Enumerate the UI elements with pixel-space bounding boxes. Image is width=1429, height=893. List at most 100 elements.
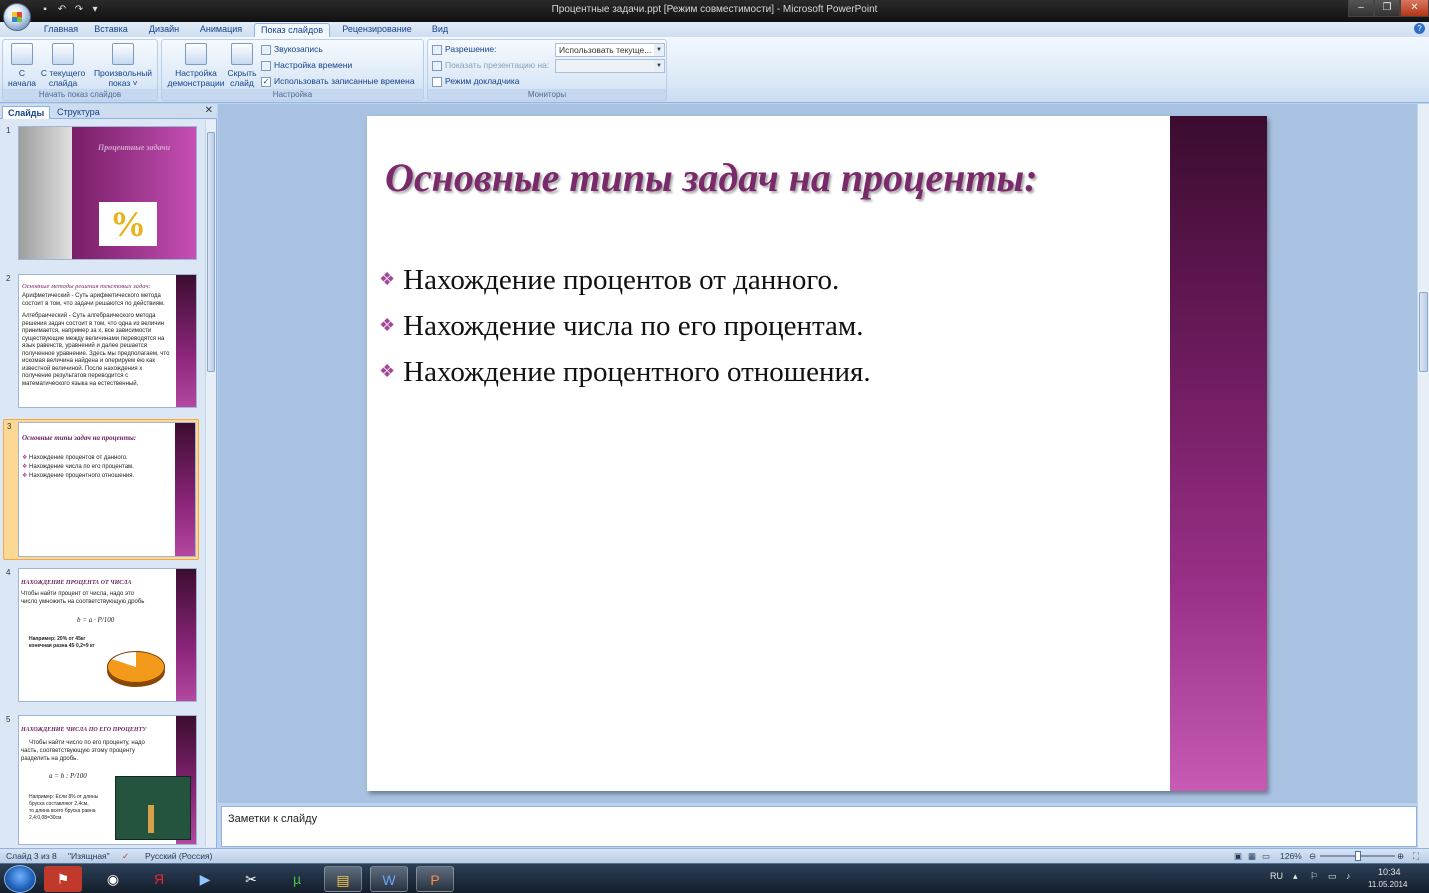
tab-insert[interactable]: Вставка bbox=[88, 23, 134, 37]
word-icon[interactable]: W bbox=[370, 866, 408, 892]
tab-view[interactable]: Вид bbox=[426, 23, 454, 37]
close-pane-icon[interactable]: ✕ bbox=[205, 105, 213, 116]
slide-counter: Слайд 3 из 8 bbox=[6, 851, 57, 861]
slide-editing-area: Основные типы задач на проценты: ❖ Нахожд… bbox=[218, 104, 1417, 803]
current-slide[interactable]: Основные типы задач на проценты: ❖ Нахожд… bbox=[367, 116, 1267, 791]
from-start-button[interactable]: С начала bbox=[7, 43, 37, 88]
fit-to-window-icon[interactable]: ⛶ bbox=[1413, 851, 1419, 862]
zoom-in-icon[interactable]: ⊕ bbox=[1397, 851, 1404, 862]
bullet-item[interactable]: ❖ Нахождение процентного отношения. bbox=[379, 356, 871, 389]
slide-thumb-4: НАХОЖДЕНИЕ ПРОЦЕНТА ОТ ЧИСЛА Чтобы найти… bbox=[18, 568, 197, 702]
from-start-line2: начала bbox=[7, 78, 37, 88]
tab-slides[interactable]: Слайды bbox=[2, 106, 51, 119]
slide-thumbnail-1[interactable]: 1 Процентные задачи % bbox=[3, 124, 199, 264]
action-center-icon[interactable]: ▭ bbox=[1328, 871, 1337, 882]
zoom-slider-handle[interactable] bbox=[1355, 851, 1361, 861]
custom-show-button[interactable]: Произвольный показ ˅ bbox=[91, 43, 155, 88]
slide-5-line-1: Чтобы найти число по его проценту, надо bbox=[29, 740, 145, 746]
chrome-icon[interactable]: ◉ bbox=[94, 866, 132, 892]
setup-show-button[interactable]: Настройка демонстрации bbox=[165, 43, 227, 88]
slide-scrollbar[interactable] bbox=[1417, 104, 1429, 848]
group-setup: Настройка демонстрации Скрыть слайд Звук… bbox=[161, 39, 424, 101]
record-narration-button[interactable]: Звукозапись bbox=[261, 43, 323, 56]
start-button[interactable] bbox=[4, 865, 36, 893]
slide-title[interactable]: Основные типы задач на проценты: bbox=[385, 154, 1038, 201]
ribbon: С начала С текущего слайда Произвольный … bbox=[0, 37, 1429, 103]
volume-icon[interactable]: ♪ bbox=[1346, 871, 1351, 881]
show-on-select[interactable]: ▼ bbox=[555, 59, 665, 73]
yandex-browser-icon[interactable]: Я bbox=[140, 866, 178, 892]
scrollbar-thumb[interactable] bbox=[207, 132, 215, 372]
tab-outline[interactable]: Структура bbox=[52, 106, 105, 119]
tab-home[interactable]: Главная bbox=[38, 23, 84, 37]
help-icon[interactable]: ? bbox=[1414, 23, 1425, 34]
presenter-view-checkbox[interactable]: Режим докладчика bbox=[432, 75, 520, 88]
slide-number: 5 bbox=[6, 715, 11, 724]
bullet-diamond-icon: ❖ bbox=[379, 315, 396, 335]
show-hidden-icons-icon[interactable]: ▴ bbox=[1293, 871, 1298, 882]
setup-show-icon bbox=[185, 43, 207, 65]
zoom-level[interactable]: 126% bbox=[1280, 851, 1302, 861]
office-button[interactable] bbox=[3, 3, 31, 31]
zoom-out-icon[interactable]: ⊖ bbox=[1309, 851, 1316, 862]
media-player-icon[interactable]: ▶ bbox=[186, 866, 224, 892]
explorer-icon[interactable]: ▤ bbox=[324, 866, 362, 892]
microphone-icon bbox=[261, 44, 271, 55]
slide-thumbnail-2[interactable]: 2 Основные методы решения текстовых зада… bbox=[3, 272, 199, 412]
slideshow-current-icon bbox=[52, 43, 74, 65]
slide-thumbnail-3[interactable]: 3 Основные типы задач на проценты: ❖ Нах… bbox=[3, 419, 199, 560]
setup-show-line2: демонстрации bbox=[167, 78, 225, 88]
tab-review[interactable]: Рецензирование bbox=[337, 23, 417, 37]
timing-label: Настройка времени bbox=[274, 60, 353, 70]
bullet-item[interactable]: ❖ Нахождение числа по его процентам. bbox=[379, 310, 864, 343]
slides-pane-scrollbar[interactable] bbox=[205, 120, 216, 847]
undo-icon[interactable]: ↶ bbox=[55, 3, 69, 17]
qat-dropdown-icon[interactable]: ▾ bbox=[88, 3, 102, 17]
tab-slideshow[interactable]: Показ слайдов bbox=[254, 23, 330, 37]
show-on-label: Показать презентацию на: bbox=[445, 60, 550, 70]
show-on-label-row: Показать презентацию на: bbox=[432, 59, 549, 72]
bullet-item[interactable]: ❖ Нахождение процентов от данного. bbox=[379, 264, 839, 297]
slide-thumbnail-4[interactable]: 4 НАХОЖДЕНИЕ ПРОЦЕНТА ОТ ЧИСЛА Чтобы най… bbox=[3, 566, 199, 706]
maximize-button[interactable]: ❐ bbox=[1374, 0, 1400, 17]
language-indicator[interactable]: Русский (Россия) bbox=[145, 851, 212, 861]
clock-time[interactable]: 10:34 bbox=[1378, 867, 1401, 877]
slideshow-view-icon[interactable]: ▭ bbox=[1262, 851, 1270, 862]
from-current-button[interactable]: С текущего слайда bbox=[39, 43, 87, 88]
slide-5-line-2: часть, соответствующую этому проценту bbox=[21, 748, 136, 754]
use-timings-checkbox[interactable]: ✓ Использовать записанные времена bbox=[261, 75, 415, 88]
hide-slide-icon bbox=[231, 43, 253, 65]
hide-slide-button[interactable]: Скрыть слайд bbox=[226, 43, 258, 88]
notes-pane[interactable]: Заметки к слайду bbox=[221, 806, 1417, 847]
slide-thumbnail-5[interactable]: 5 НАХОЖДЕНИЕ ЧИСЛА ПО ЕГО ПРОЦЕНТУ Чтобы… bbox=[3, 713, 199, 853]
tab-design[interactable]: Дизайн bbox=[142, 23, 186, 37]
slide-2-title: Основные методы решения текстовых задач: bbox=[22, 283, 151, 290]
slide-sorter-icon[interactable]: ▦ bbox=[1248, 851, 1256, 862]
from-start-line1: С bbox=[18, 68, 26, 78]
save-icon[interactable]: ▪ bbox=[38, 3, 52, 17]
minimize-button[interactable]: ‒ bbox=[1348, 0, 1374, 17]
close-button[interactable]: ✕ bbox=[1400, 0, 1429, 17]
powerpoint-icon[interactable]: P bbox=[416, 866, 454, 892]
redo-icon[interactable]: ↷ bbox=[72, 3, 86, 17]
hide-slide-line2: слайд bbox=[230, 78, 254, 88]
resolution-select[interactable]: Использовать текуще... ▼ bbox=[555, 43, 665, 57]
slides-pane: Слайды Структура ✕ 1 Процентные задачи %… bbox=[0, 104, 217, 848]
language-tray[interactable]: RU bbox=[1270, 871, 1283, 881]
clock-date[interactable]: 11.05.2014 bbox=[1368, 880, 1407, 889]
tools-icon[interactable]: ✂ bbox=[232, 866, 270, 892]
acrobat-icon[interactable]: ⚑ bbox=[44, 866, 82, 892]
normal-view-icon[interactable]: ▣ bbox=[1234, 851, 1242, 862]
network-icon[interactable]: ⚐ bbox=[1310, 871, 1318, 882]
ruler-image bbox=[115, 776, 191, 840]
record-label: Звукозапись bbox=[274, 44, 323, 54]
tab-animation[interactable]: Анимация bbox=[193, 23, 249, 37]
scrollbar-thumb[interactable] bbox=[1419, 292, 1428, 372]
utorrent-icon[interactable]: µ bbox=[278, 866, 316, 892]
slide-3-title: Основные типы задач на проценты: bbox=[22, 434, 137, 442]
taskbar: ⚑ ◉ Я ▶ ✂ µ ▤ W P RU ▴ ⚐ ▭ ♪ 10:34 11.05… bbox=[0, 863, 1429, 893]
rehearse-timings-button[interactable]: Настройка времени bbox=[261, 59, 352, 72]
group-start-show: С начала С текущего слайда Произвольный … bbox=[2, 39, 158, 101]
spellcheck-icon[interactable]: ✓ bbox=[122, 851, 129, 862]
slide-5-line-3: разделить на дробь. bbox=[21, 756, 78, 762]
